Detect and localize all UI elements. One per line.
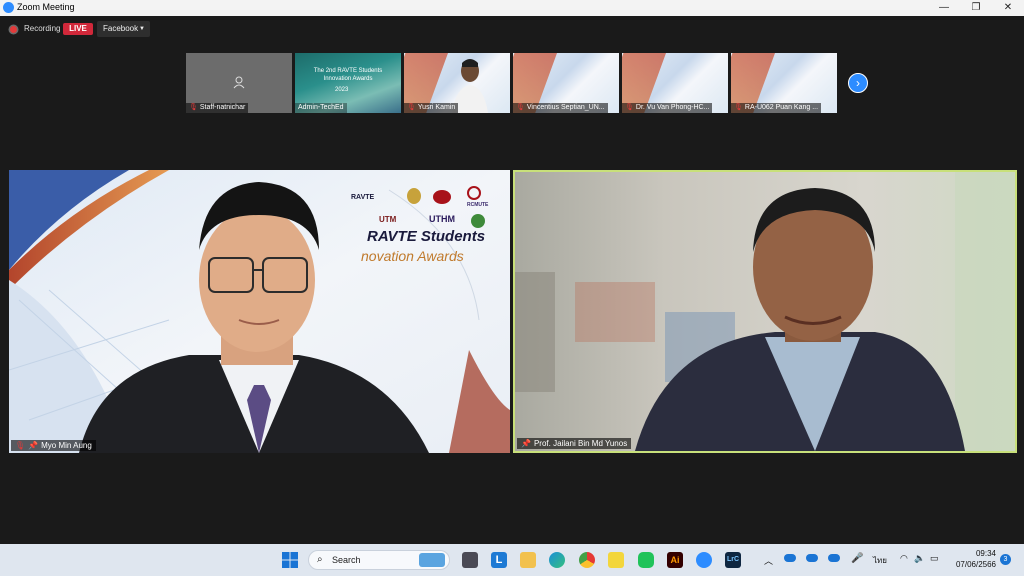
live-badge[interactable]: LIVE <box>63 23 93 35</box>
participant-name: 🎙 RA-U062 Puan Kang ... <box>731 103 822 113</box>
avatar-placeholder-icon <box>233 76 245 89</box>
slide-main-title: RAVTE Students <box>367 228 486 245</box>
mic-muted-icon: 🎙 <box>625 104 634 111</box>
slide-year: 2023 <box>335 87 349 93</box>
video-frame-left <box>9 170 510 453</box>
minimize-button[interactable]: — <box>928 0 960 16</box>
slide-main-subtitle: novation Awards <box>361 248 464 264</box>
title-bar: Zoom Meeting — ❐ ✕ <box>0 0 1024 16</box>
language-indicator[interactable]: ไทย <box>873 554 887 567</box>
clock-time[interactable]: 09:34 <box>968 549 996 558</box>
file-explorer-icon[interactable] <box>520 552 536 568</box>
mic-muted-icon: 🎙 <box>407 104 416 111</box>
participant-name: 🎙 Staff-natnichar <box>186 103 249 113</box>
mic-muted-icon: 🎙 <box>15 441 26 450</box>
sticky-notes-icon[interactable] <box>608 552 624 568</box>
microphone-icon[interactable]: 🎤 <box>851 553 863 564</box>
university-seal-icon <box>407 188 421 204</box>
utm-logo: UTM <box>379 215 397 224</box>
task-view-icon[interactable] <box>462 552 478 568</box>
uthm-logo: UTHM <box>429 214 455 224</box>
pin-icon: 📌 <box>521 439 531 448</box>
windows-taskbar: ⌕ Search L Ai LrC ︿ 🎤 ไทย ◠ 🔈 ▭ 09:34 07… <box>0 544 1024 576</box>
onedrive-icon[interactable] <box>784 554 796 562</box>
stream-target-dropdown[interactable]: Facebook ▼ <box>97 21 150 37</box>
slide-title: The 2nd RAVTE Students Innovation Awards <box>313 68 383 82</box>
search-icon: ⌕ <box>317 554 323 565</box>
participant-name: 🎙 Dr. Vu Van Phong-HC... <box>622 103 713 113</box>
notification-badge[interactable]: 3 <box>1000 554 1011 565</box>
participant-name: Admin-TechEd <box>295 103 347 113</box>
close-button[interactable]: ✕ <box>992 0 1024 16</box>
participant-name-label: 🎙 📌 Myo Min Aung <box>11 440 96 451</box>
rcmute-logo: RCMUTE <box>467 202 489 208</box>
recording-label[interactable]: Recording <box>24 24 60 33</box>
active-speaker-tile[interactable]: 📌 Prof. Jailani Bin Md Yunos <box>513 170 1017 453</box>
tray-overflow-icon[interactable]: ︿ <box>764 554 773 567</box>
lightroom-icon[interactable]: LrC <box>725 552 741 568</box>
search-label: Search <box>332 555 361 565</box>
mic-muted-icon: 🎙 <box>189 104 198 111</box>
restore-button[interactable]: ❐ <box>960 0 992 16</box>
chevron-down-icon: ▼ <box>139 26 145 32</box>
clock-date[interactable]: 07/06/2566 <box>950 560 996 569</box>
edge-browser-icon[interactable] <box>549 552 565 568</box>
participant-thumbnail[interactable]: 🎙 RA-U062 Puan Kang ... <box>731 53 837 113</box>
pin-icon: 📌 <box>28 441 39 450</box>
battery-icon[interactable]: ▭ <box>930 553 939 564</box>
next-page-button[interactable]: › <box>848 73 868 93</box>
university-seal-icon <box>471 214 485 228</box>
university-seal-icon <box>467 186 481 200</box>
onedrive-icon[interactable] <box>806 554 818 562</box>
mic-muted-icon: 🎙 <box>516 104 525 111</box>
recording-icon[interactable] <box>10 26 17 33</box>
taskbar-search[interactable]: ⌕ Search <box>308 550 450 570</box>
mic-muted-icon: 🎙 <box>734 104 743 111</box>
chrome-browser-icon[interactable] <box>579 552 595 568</box>
participant-name: 🎙 Yusri Kamin <box>404 103 459 113</box>
participant-thumbnail[interactable]: 🎙 Dr. Vu Van Phong-HC... <box>622 53 728 113</box>
onedrive-icon[interactable] <box>828 554 840 562</box>
participant-thumbnail[interactable]: The 2nd RAVTE Students Innovation Awards… <box>295 53 401 113</box>
video-frame-right <box>515 172 1015 451</box>
main-video-tile[interactable]: RAVTE Students novation Awards RAVTE UTM… <box>9 170 510 453</box>
window-title: Zoom Meeting <box>17 2 75 12</box>
ravte-logo: RAVTE <box>351 194 375 201</box>
participant-thumbnail[interactable]: 🎙 Yusri Kamin <box>404 53 510 113</box>
stream-target-label: Facebook <box>103 24 139 33</box>
search-highlight-icon <box>419 553 445 567</box>
participant-thumbnail[interactable]: 🎙 Staff-natnichar <box>186 53 292 113</box>
participant-thumbnail[interactable]: 🎙 Vincentius Septian_UN... <box>513 53 619 113</box>
windows-start-icon[interactable] <box>282 552 298 568</box>
zoom-app-icon[interactable] <box>696 552 712 568</box>
app-l-icon[interactable]: L <box>491 552 507 568</box>
wifi-icon[interactable]: ◠ <box>900 553 908 564</box>
illustrator-icon[interactable]: Ai <box>667 552 683 568</box>
line-app-icon[interactable] <box>638 552 654 568</box>
participant-name-label: 📌 Prof. Jailani Bin Md Yunos <box>517 438 632 449</box>
university-seal-icon <box>433 190 451 204</box>
volume-icon[interactable]: 🔈 <box>914 553 925 564</box>
zoom-logo-icon <box>3 2 14 13</box>
participant-name: 🎙 Vincentius Septian_UN... <box>513 103 608 113</box>
